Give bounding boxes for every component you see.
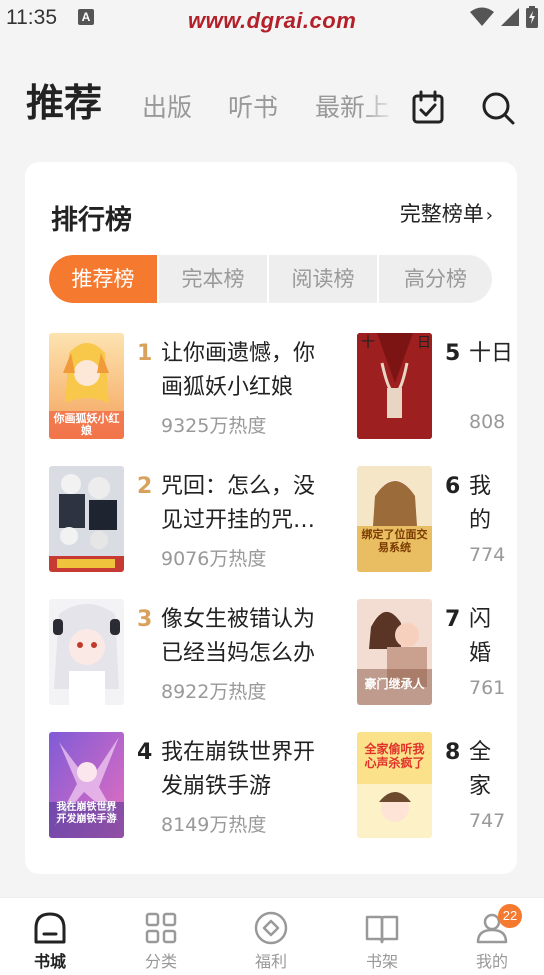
- nav-mine[interactable]: 22 我的: [438, 898, 544, 975]
- segment-completed[interactable]: 完本榜: [159, 255, 269, 303]
- book-title: 十日: [469, 341, 514, 366]
- cover-text: 你画狐妖小红娘: [53, 412, 120, 437]
- cover-text: 全家偷听我心声杀疯了: [364, 742, 425, 770]
- home-icon: [34, 912, 66, 944]
- svg-text:日: 日: [417, 335, 431, 351]
- tab-recommend[interactable]: 推荐: [26, 72, 102, 127]
- heat-value: 761: [469, 677, 506, 699]
- heat-value: 9076万热度: [161, 548, 267, 570]
- ranking-column-right: 十 日 5 十日 808 绑定了位面交易系统 6 我的了位 774: [357, 333, 517, 865]
- segment-reading[interactable]: 阅读榜: [269, 255, 379, 303]
- book-title: 像女生被错认为已经当妈怎么办: [161, 607, 316, 666]
- signal-icon: [501, 8, 519, 26]
- book-title: 我的了位: [469, 474, 492, 533]
- notification-badge: 22: [498, 904, 522, 928]
- heat-value: 9325万热度: [161, 415, 267, 437]
- gift-circle-icon: [254, 911, 288, 945]
- list-item[interactable]: 豪门继承人 7 闪婚上了 761: [357, 599, 517, 732]
- ranking-column-left: 你画狐妖小红娘 1 让你画遗憾，你画狐妖小红娘 9325万热度 2 咒回：怎么，…: [49, 333, 339, 865]
- status-bar: 11:35 A www.dgrai.com: [0, 0, 544, 36]
- cover-text: 绑定了位面交易系统: [361, 528, 428, 554]
- calendar-check-icon[interactable]: [410, 90, 446, 126]
- ranking-title: 排行榜: [51, 205, 132, 236]
- list-item[interactable]: 你画狐妖小红娘 1 让你画遗憾，你画狐妖小红娘 9325万热度: [49, 333, 339, 466]
- nav-bookstore[interactable]: 书城: [0, 898, 104, 975]
- status-icons: [470, 6, 538, 28]
- list-item[interactable]: 我在崩铁世界开发崩铁手游 4 我在崩铁世界开发崩铁手游 8149万热度: [49, 732, 339, 865]
- grid-icon: [145, 912, 177, 944]
- list-item[interactable]: 3 像女生被错认为已经当妈怎么办 8922万热度: [49, 599, 339, 732]
- book-title: 让你画遗憾，你画狐妖小红娘: [161, 341, 316, 400]
- tab-audiobook[interactable]: 听书: [228, 88, 278, 124]
- ranking-segments: 推荐榜 完本榜 阅读榜 高分榜: [49, 255, 492, 303]
- list-item[interactable]: 十 日 5 十日 808: [357, 333, 517, 466]
- battery-icon: [526, 6, 538, 28]
- heat-value: 774: [469, 544, 506, 566]
- book-title: 全家杀疯: [469, 740, 492, 799]
- list-item[interactable]: 绑定了位面交易系统 6 我的了位 774: [357, 466, 517, 599]
- watermark: www.dgrai.com: [188, 8, 357, 33]
- segment-recommend[interactable]: 推荐榜: [49, 255, 159, 303]
- heat-value: 8149万热度: [161, 814, 267, 836]
- book-cover: 十 日: [357, 333, 432, 439]
- nav-category[interactable]: 分类: [107, 898, 215, 975]
- book-title: 闪婚上了: [469, 607, 492, 666]
- book-cover: [49, 466, 124, 572]
- segment-high-score[interactable]: 高分榜: [379, 255, 492, 303]
- heat-value: 808: [469, 411, 506, 433]
- nav-label: 福利: [254, 952, 287, 971]
- book-title: 咒回：怎么，没见过开挂的咒…: [161, 474, 316, 533]
- nav-welfare[interactable]: 福利: [217, 898, 325, 975]
- cover-text: 我在崩铁世界开发崩铁手游: [56, 802, 117, 825]
- list-item[interactable]: 2 咒回：怎么，没见过开挂的咒… 9076万热度: [49, 466, 339, 599]
- tab-fade: [360, 78, 396, 128]
- rank-number: 1: [137, 341, 153, 366]
- book-cover: 绑定了位面交易系统: [357, 466, 432, 572]
- book-cover: 豪门继承人: [357, 599, 432, 705]
- list-item[interactable]: 全家偷听我心声杀疯了 8 全家杀疯 747: [357, 732, 517, 865]
- nav-bookshelf[interactable]: 书架: [328, 898, 436, 975]
- tab-publish[interactable]: 出版: [142, 88, 192, 124]
- book-cover: 全家偷听我心声杀疯了: [357, 732, 432, 838]
- rank-number: 2: [137, 474, 153, 499]
- nav-label: 我的: [475, 952, 508, 971]
- search-icon[interactable]: [480, 90, 516, 126]
- book-cover: 你画狐妖小红娘: [49, 333, 124, 439]
- svg-text:十: 十: [361, 335, 375, 351]
- rank-number: 7: [445, 607, 461, 632]
- full-ranking-label: 完整榜单: [399, 202, 484, 226]
- top-tabs: 推荐 出版 听书 最新上: [0, 60, 544, 140]
- nav-label: 分类: [144, 952, 177, 971]
- nav-label: 书城: [33, 952, 66, 971]
- nav-label: 书架: [365, 952, 398, 971]
- chevron-right-icon: ›: [485, 205, 493, 226]
- rank-number: 4: [137, 740, 153, 765]
- rank-number: 5: [445, 341, 461, 366]
- book-icon: [365, 915, 399, 944]
- notification-a-icon: A: [78, 9, 94, 25]
- book-title: 我在崩铁世界开发崩铁手游: [161, 740, 316, 799]
- book-cover: 我在崩铁世界开发崩铁手游: [49, 732, 124, 838]
- ranking-card: 排行榜 完整榜单 › 推荐榜 完本榜 阅读榜 高分榜 你画狐妖小红娘 1 让你画遗…: [25, 162, 517, 874]
- book-cover: [49, 599, 124, 705]
- full-ranking-link[interactable]: 完整榜单 ›: [400, 198, 493, 228]
- rank-number: 3: [137, 607, 153, 632]
- rank-number: 8: [445, 740, 461, 765]
- cover-text: 豪门继承人: [364, 677, 425, 691]
- rank-number: 6: [445, 474, 461, 499]
- heat-value: 747: [469, 810, 506, 832]
- bottom-nav: 书城 分类 福利 书架 22 我的: [0, 897, 544, 975]
- status-time: 11:35: [6, 6, 57, 29]
- heat-value: 8922万热度: [161, 681, 267, 703]
- wifi-icon: [470, 7, 494, 26]
